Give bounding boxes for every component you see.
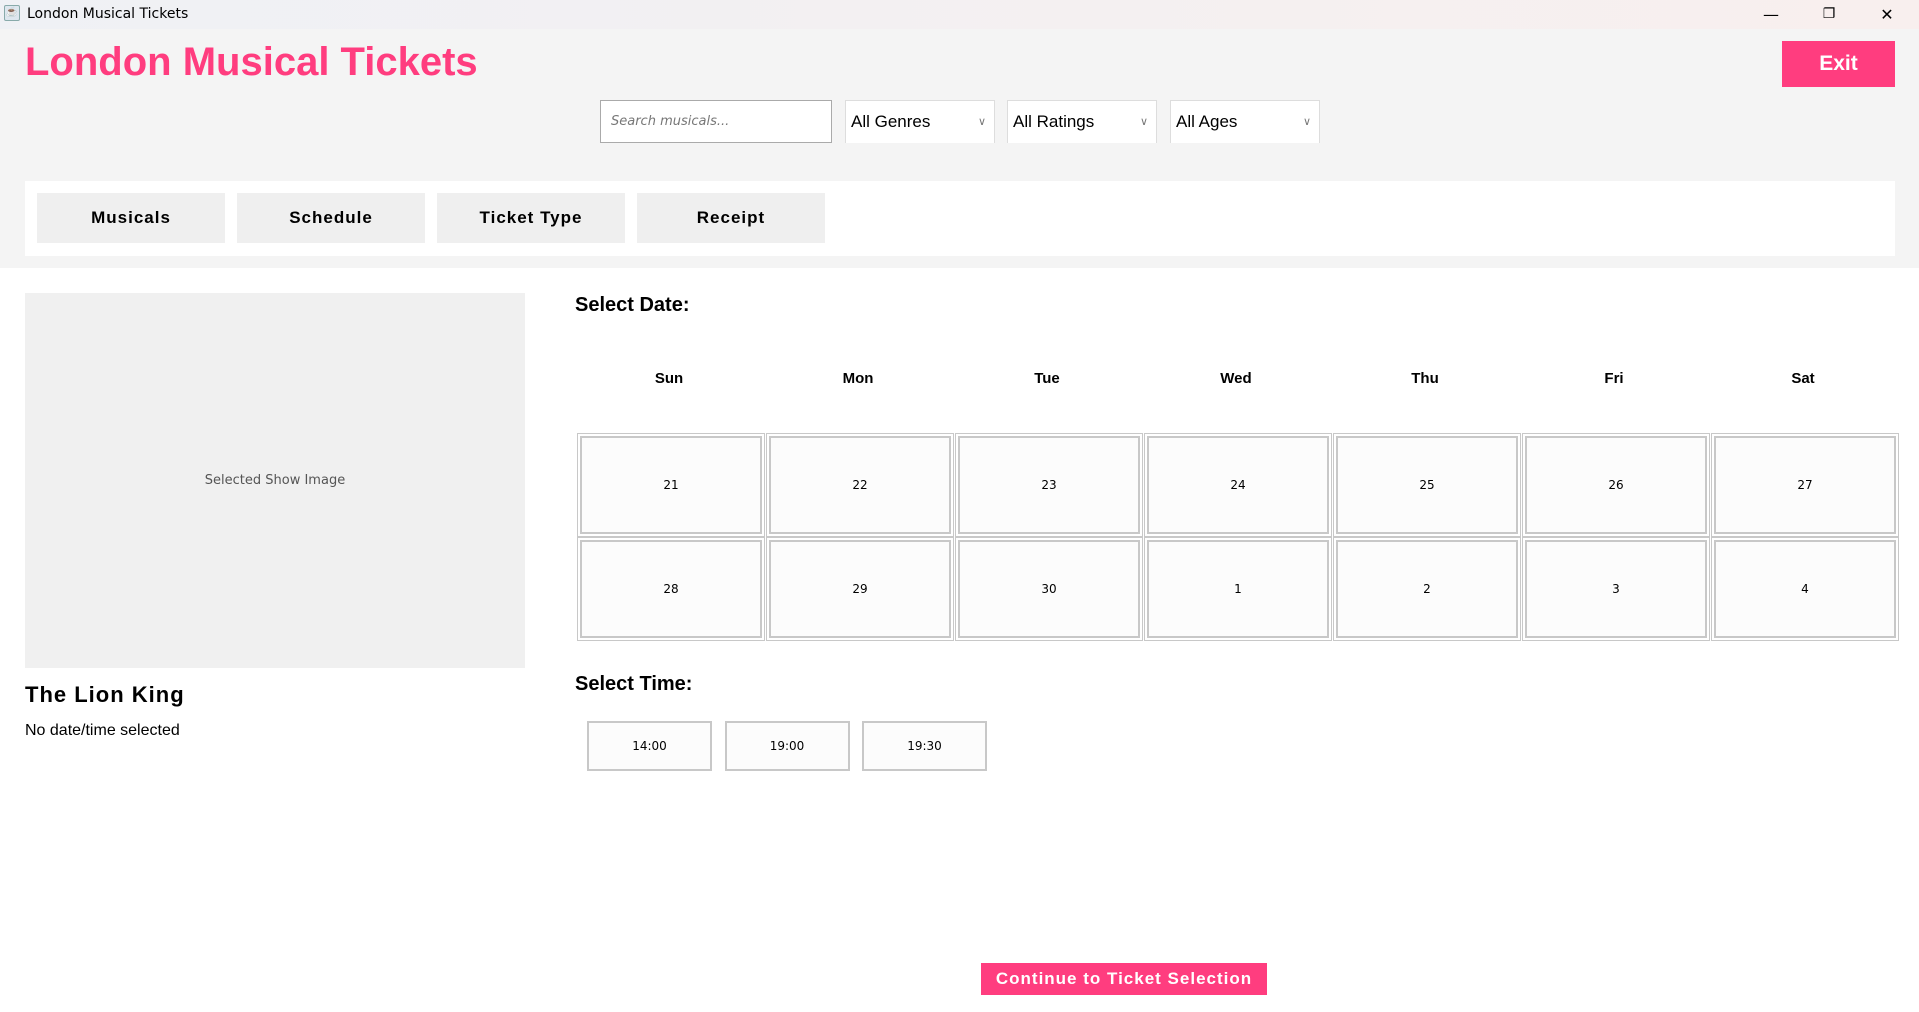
weekday-header: Mon [842, 370, 874, 387]
date-label: 24 [1230, 478, 1246, 492]
date-cell[interactable]: 22 [766, 433, 954, 537]
chevron-down-icon: ∨ [1139, 116, 1148, 128]
date-button[interactable]: 28 [580, 540, 762, 638]
time-slot-button[interactable]: 19:00 [724, 721, 850, 771]
weekday-header: Tue [1034, 370, 1060, 387]
date-button[interactable]: 2 [1336, 540, 1518, 638]
date-cell[interactable]: 26 [1522, 433, 1710, 537]
date-button[interactable]: 27 [1714, 436, 1896, 534]
show-name: The Lion King [25, 682, 185, 707]
weekday-header: Fri [1604, 370, 1624, 387]
java-app-icon: ☕ [4, 5, 20, 21]
tab-ticket-type[interactable]: Ticket Type [437, 193, 625, 243]
date-label: 21 [663, 478, 679, 492]
tab-musicals[interactable]: Musicals [37, 193, 225, 243]
genre-dropdown[interactable]: All Genres ∨ [845, 100, 995, 143]
minimize-icon[interactable]: — [1748, 0, 1794, 29]
close-icon[interactable]: ✕ [1864, 0, 1910, 29]
nav-bar: Musicals Schedule Ticket Type Receipt [25, 181, 1895, 256]
age-selected: All Ages [1176, 112, 1238, 131]
date-cell[interactable]: 2 [1333, 537, 1521, 641]
date-label: 25 [1419, 478, 1435, 492]
date-button[interactable]: 1 [1147, 540, 1329, 638]
tab-receipt[interactable]: Receipt [637, 193, 825, 243]
weekday-header: Sat [1791, 370, 1815, 387]
date-cell[interactable]: 29 [766, 537, 954, 641]
date-cell[interactable]: 1 [1144, 537, 1332, 641]
date-label: 23 [1041, 478, 1057, 492]
date-cell[interactable]: 3 [1522, 537, 1710, 641]
select-date-heading: Select Date: [575, 294, 690, 316]
date-label: 28 [663, 582, 679, 596]
date-label: 26 [1608, 478, 1624, 492]
rating-selected: All Ratings [1013, 112, 1095, 131]
date-cell[interactable]: 25 [1333, 433, 1521, 537]
tab-schedule[interactable]: Schedule [237, 193, 425, 243]
date-cell[interactable]: 28 [577, 537, 765, 641]
show-image-placeholder: Selected Show Image [25, 293, 525, 668]
weekday-header: Sun [654, 370, 684, 387]
date-label: 3 [1612, 582, 1620, 596]
date-label: 27 [1797, 478, 1813, 492]
weekday-header: Wed [1220, 370, 1252, 387]
date-button[interactable]: 25 [1336, 436, 1518, 534]
date-label: 4 [1801, 582, 1809, 596]
date-label: 29 [852, 582, 868, 596]
date-button[interactable]: 21 [580, 436, 762, 534]
date-label: 22 [852, 478, 868, 492]
date-cell[interactable]: 23 [955, 433, 1143, 537]
time-slot-button[interactable]: 14:00 [587, 721, 712, 771]
restore-icon[interactable]: ❐ [1806, 0, 1852, 29]
exit-button[interactable]: Exit [1782, 41, 1895, 87]
date-button[interactable]: 3 [1525, 540, 1707, 638]
weekday-header: Thu [1411, 370, 1439, 387]
app-title: London Musical Tickets [25, 40, 478, 84]
select-time-heading: Select Time: [575, 673, 693, 695]
time-slot-button[interactable]: 19:30 [862, 721, 987, 771]
date-button[interactable]: 30 [958, 540, 1140, 638]
date-label: 1 [1234, 582, 1242, 596]
date-cell[interactable]: 4 [1711, 537, 1899, 641]
genre-selected: All Genres [851, 112, 931, 131]
age-dropdown[interactable]: All Ages ∨ [1170, 100, 1320, 143]
chevron-down-icon: ∨ [977, 116, 986, 128]
date-button[interactable]: 23 [958, 436, 1140, 534]
window-titlebar: ☕ London Musical Tickets — ❐ ✕ [0, 0, 1919, 29]
search-input[interactable] [600, 100, 832, 143]
image-placeholder-text: Selected Show Image [204, 473, 346, 488]
window-title: London Musical Tickets [27, 6, 189, 22]
date-cell[interactable]: 27 [1711, 433, 1899, 537]
date-label: 2 [1423, 582, 1431, 596]
rating-dropdown[interactable]: All Ratings ∨ [1007, 100, 1157, 143]
chevron-down-icon: ∨ [1302, 116, 1311, 128]
date-cell[interactable]: 30 [955, 537, 1143, 641]
date-cell[interactable]: 24 [1144, 433, 1332, 537]
date-cell[interactable]: 21 [577, 433, 765, 537]
selection-status: No date/time selected [25, 722, 180, 739]
date-button[interactable]: 24 [1147, 436, 1329, 534]
date-button[interactable]: 22 [769, 436, 951, 534]
continue-button[interactable]: Continue to Ticket Selection [981, 963, 1267, 995]
date-button[interactable]: 29 [769, 540, 951, 638]
date-button[interactable]: 26 [1525, 436, 1707, 534]
date-label: 30 [1041, 582, 1057, 596]
date-button[interactable]: 4 [1714, 540, 1896, 638]
